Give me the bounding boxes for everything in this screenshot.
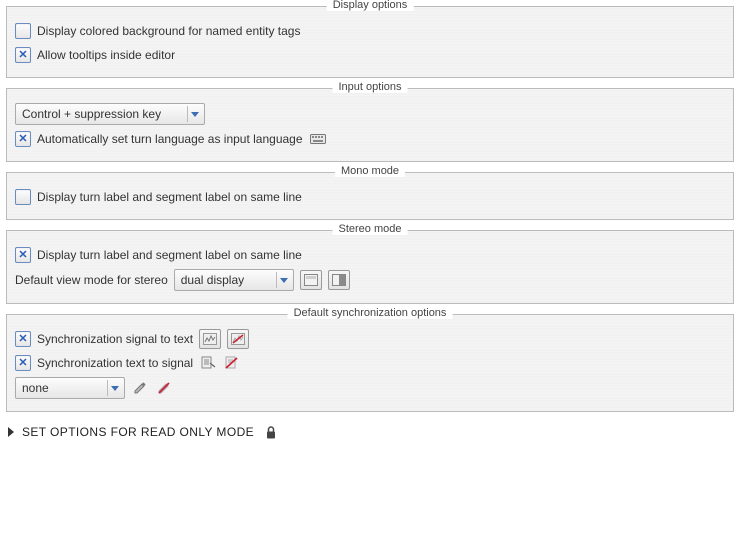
checkbox-sig-to-text[interactable] [15, 331, 31, 347]
dropdown-suppression-key[interactable]: Control + suppression key [15, 103, 205, 125]
group-title-display: Display options [327, 0, 414, 11]
group-stereo-mode: Stereo mode Display turn label and segme… [6, 230, 734, 304]
dropdown-default-view-text: dual display [181, 273, 244, 287]
signal-icon [199, 329, 221, 349]
label-auto-lang: Automatically set turn language as input… [37, 132, 303, 146]
dropdown-sync-mode[interactable]: none [15, 377, 125, 399]
stereo-view-icon-1[interactable] [300, 270, 322, 290]
expander-arrow-icon [8, 427, 14, 437]
checkbox-auto-lang[interactable] [15, 131, 31, 147]
row-auto-lang: Automatically set turn language as input… [15, 129, 725, 149]
label-text-to-sig: Synchronization text to signal [37, 356, 193, 370]
signal-disabled-icon [227, 329, 249, 349]
keyboard-icon [309, 131, 327, 147]
chevron-down-icon [187, 106, 202, 122]
label-default-view: Default view mode for stereo [15, 273, 168, 287]
row-mono-sameline: Display turn label and segment label on … [15, 187, 725, 207]
checkbox-tooltips[interactable] [15, 47, 31, 63]
group-title-stereo: Stereo mode [333, 223, 408, 235]
chevron-down-icon [276, 272, 291, 288]
checkbox-colored-bg[interactable] [15, 23, 31, 39]
checkbox-stereo-sameline[interactable] [15, 247, 31, 263]
group-input-options: Input options Control + suppression key … [6, 88, 734, 162]
group-title-sync: Default synchronization options [288, 307, 453, 319]
group-sync-options: Default synchronization options Synchron… [6, 314, 734, 412]
label-stereo-sameline: Display turn label and segment label on … [37, 248, 302, 262]
dropdown-sync-mode-text: none [22, 381, 49, 395]
label-sig-to-text: Synchronization signal to text [37, 332, 193, 346]
stereo-view-icon-2[interactable] [328, 270, 350, 290]
pencil-icon [131, 380, 149, 396]
checkbox-mono-sameline[interactable] [15, 189, 31, 205]
expander-label: SET OPTIONS FOR READ ONLY MODE [22, 425, 254, 439]
row-stereo-sameline: Display turn label and segment label on … [15, 245, 725, 265]
row-suppression-key: Control + suppression key [15, 103, 725, 125]
group-display-options: Display options Display colored backgrou… [6, 6, 734, 78]
checkbox-text-to-sig[interactable] [15, 355, 31, 371]
row-default-view: Default view mode for stereo dual displa… [15, 269, 725, 291]
row-text-to-sig: Synchronization text to signal [15, 353, 725, 373]
dropdown-default-view[interactable]: dual display [174, 269, 294, 291]
expander-read-only[interactable]: SET OPTIONS FOR READ ONLY MODE [6, 422, 734, 442]
text-icon [199, 355, 217, 371]
row-sig-to-text: Synchronization signal to text [15, 329, 725, 349]
row-tooltips: Allow tooltips inside editor [15, 45, 725, 65]
pencil-disabled-icon [155, 380, 173, 396]
group-title-input: Input options [333, 81, 408, 93]
chevron-down-icon [107, 380, 122, 396]
label-mono-sameline: Display turn label and segment label on … [37, 190, 302, 204]
dropdown-suppression-key-text: Control + suppression key [22, 107, 161, 121]
lock-icon [262, 424, 280, 440]
label-colored-bg: Display colored background for named ent… [37, 24, 300, 38]
row-colored-bg: Display colored background for named ent… [15, 21, 725, 41]
label-tooltips: Allow tooltips inside editor [37, 48, 175, 62]
row-sync-combo: none [15, 377, 725, 399]
group-title-mono: Mono mode [335, 165, 405, 177]
group-mono-mode: Mono mode Display turn label and segment… [6, 172, 734, 220]
text-disabled-icon [223, 355, 241, 371]
